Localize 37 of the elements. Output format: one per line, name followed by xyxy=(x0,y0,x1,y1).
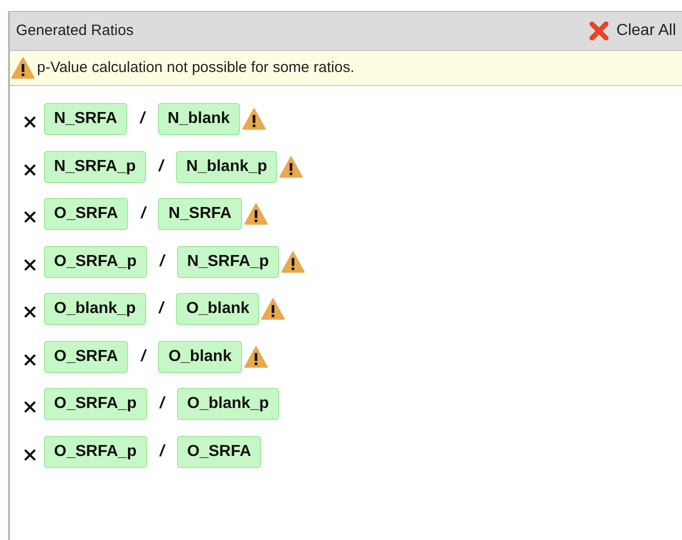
denominator-chip[interactable]: O_SRFA xyxy=(177,436,262,468)
denominator-chip[interactable]: N_blank_p xyxy=(176,150,278,182)
denominator-chip[interactable]: N_blank xyxy=(158,103,240,135)
denominator-chip[interactable]: O_blank xyxy=(158,340,242,372)
remove-icon[interactable] xyxy=(22,162,38,178)
warning-icon xyxy=(11,57,35,79)
ratio-separator: / xyxy=(160,394,164,414)
numerator-chip[interactable]: O_SRFA xyxy=(44,340,128,372)
denominator-chip[interactable]: N_SRFA_p xyxy=(177,246,279,278)
panel-title: Generated Ratios xyxy=(16,20,134,41)
ratio-separator: / xyxy=(160,442,164,462)
ratio-separator: / xyxy=(160,252,164,272)
remove-icon[interactable] xyxy=(22,352,38,368)
denominator-chip[interactable]: O_blank_p xyxy=(177,388,279,420)
numerator-chip[interactable]: O_SRFA_p xyxy=(44,246,147,278)
ratio-separator: / xyxy=(140,109,145,129)
ratio-separator: / xyxy=(141,346,146,366)
clear-all-button[interactable]: Clear All xyxy=(588,19,676,43)
close-icon xyxy=(588,20,610,42)
numerator-chip[interactable]: O_SRFA_p xyxy=(44,436,147,468)
numerator-chip[interactable]: O_SRFA xyxy=(44,198,128,230)
remove-icon[interactable] xyxy=(22,446,38,462)
remove-icon[interactable] xyxy=(22,304,38,320)
ratio-separator: / xyxy=(141,204,146,224)
remove-icon[interactable] xyxy=(22,114,38,130)
remove-icon[interactable] xyxy=(22,399,38,415)
numerator-chip[interactable]: N_SRFA_p xyxy=(44,150,146,182)
ratio-separator: / xyxy=(158,299,164,319)
denominator-chip[interactable]: O_blank xyxy=(176,293,260,325)
numerator-chip[interactable]: N_SRFA xyxy=(44,103,128,135)
denominator-chip[interactable]: N_SRFA xyxy=(158,198,242,230)
ratio-separator: / xyxy=(158,156,164,176)
numerator-chip[interactable]: O_SRFA_p xyxy=(44,388,147,420)
remove-icon[interactable] xyxy=(22,256,38,272)
warning-message: p-Value calculation not possible for some ratios. xyxy=(37,58,354,78)
remove-icon[interactable] xyxy=(22,209,38,225)
numerator-chip[interactable]: O_blank_p xyxy=(44,293,146,325)
